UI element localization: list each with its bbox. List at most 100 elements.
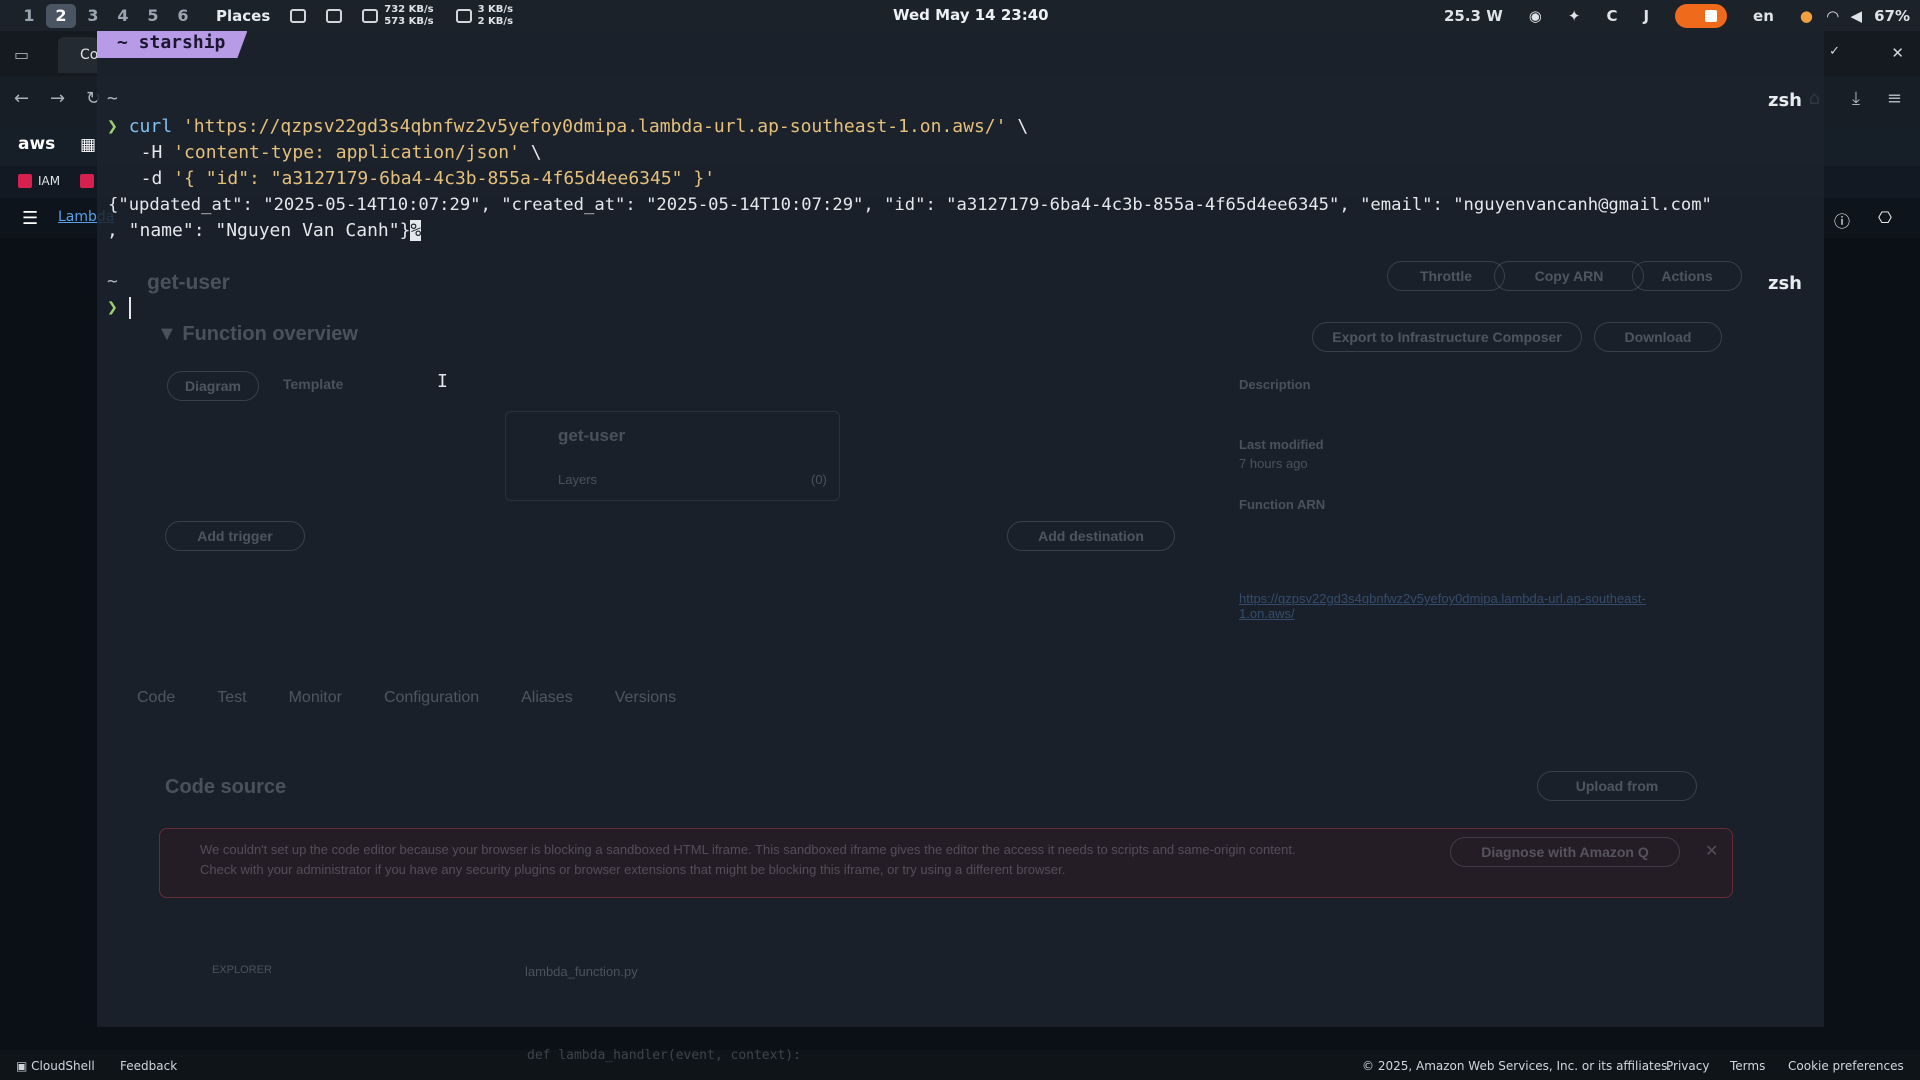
cwd-text: ~ bbox=[107, 88, 118, 109]
privacy-link[interactable]: Privacy bbox=[1666, 1059, 1709, 1073]
places-menu[interactable]: Places bbox=[216, 7, 270, 25]
browser-tab-label: Co bbox=[80, 47, 99, 63]
output-line-1: {"updated_at": "2025-05-14T10:07:29", "c… bbox=[108, 195, 1712, 215]
diagnose-amazon-q-button[interactable]: Diagnose with Amazon Q bbox=[1450, 837, 1680, 867]
download-icon[interactable]: ⤓ bbox=[1852, 88, 1860, 109]
tab-code[interactable]: Code bbox=[137, 689, 175, 707]
favorite-label: IAM bbox=[38, 174, 61, 188]
chevron-down-icon[interactable]: ✓ bbox=[1829, 44, 1840, 59]
cmd-curl: curl bbox=[128, 116, 183, 137]
prompt-cwd-2: ~ bbox=[107, 269, 118, 295]
screen-record-icon[interactable] bbox=[1675, 3, 1728, 28]
workspace-4[interactable]: 4 bbox=[108, 6, 138, 25]
info-icon[interactable]: ⓘ bbox=[1834, 208, 1850, 232]
cmd-data-arg: '{ "id": "a3127179-6ba4-4c3b-855a-4f65d4… bbox=[173, 168, 716, 189]
settings-icon[interactable]: ⎔ bbox=[1878, 208, 1892, 227]
tab-template[interactable]: Template bbox=[283, 376, 343, 392]
actions-button[interactable]: Actions bbox=[1632, 261, 1742, 291]
function-overview-title[interactable]: ▼ Function overview bbox=[157, 323, 358, 346]
prompt-symbol-2: ❯ bbox=[107, 297, 118, 318]
last-modified-value: 7 hours ago bbox=[1239, 456, 1308, 471]
workspace-1[interactable]: 1 bbox=[14, 6, 44, 25]
terms-link[interactable]: Terms bbox=[1730, 1059, 1765, 1073]
favorite-cloudformation[interactable] bbox=[80, 174, 94, 188]
tab-overview-icon[interactable]: ▭ bbox=[14, 45, 29, 64]
tab-monitor[interactable]: Monitor bbox=[289, 689, 342, 707]
function-name-heading: get-user bbox=[147, 271, 230, 294]
tab-diagram[interactable]: Diagram bbox=[167, 371, 259, 401]
workspace-6[interactable]: 6 bbox=[168, 6, 198, 25]
cmd-flag-h: -H bbox=[119, 142, 174, 163]
copy-arn-button[interactable]: Copy ARN bbox=[1494, 261, 1644, 291]
tab-test[interactable]: Test bbox=[217, 689, 246, 707]
j-app-icon[interactable]: J bbox=[1643, 7, 1649, 25]
net-speed-1: 732 KB/s 573 KB/s bbox=[384, 4, 433, 28]
shell-label-bottom: zsh bbox=[1767, 273, 1802, 294]
tab-configuration[interactable]: Configuration bbox=[384, 689, 479, 707]
cpu-icon bbox=[290, 8, 307, 23]
sync-icon bbox=[455, 8, 472, 23]
iam-icon bbox=[18, 174, 32, 188]
terminal-window[interactable]: get-user Throttle Copy ARN Actions ▼ Fun… bbox=[97, 31, 1824, 1063]
export-composer-button[interactable]: Export to Infrastructure Composer bbox=[1312, 322, 1582, 352]
add-destination-button[interactable]: Add destination bbox=[1007, 521, 1175, 551]
mic-icon[interactable]: ● bbox=[1800, 7, 1813, 25]
output-json-end: , "name": "Nguyen Van Canh"} bbox=[107, 220, 411, 241]
add-trigger-button[interactable]: Add trigger bbox=[165, 521, 305, 551]
upload-from-button[interactable]: Upload from bbox=[1537, 771, 1697, 801]
download-button[interactable]: Download bbox=[1594, 322, 1722, 352]
console-footer: ▣ CloudShell Feedback © 2025, Amazon Web… bbox=[0, 1050, 1920, 1080]
mouse-ibeam-cursor: I bbox=[437, 371, 448, 392]
cookie-preferences-link[interactable]: Cookie preferences bbox=[1788, 1059, 1904, 1073]
favorite-iam[interactable]: IAM bbox=[18, 174, 60, 188]
workspace-3[interactable]: 3 bbox=[78, 6, 108, 25]
editor-tab[interactable]: lambda_function.py bbox=[525, 964, 638, 979]
layers-count: (0) bbox=[811, 472, 827, 487]
browser-tab-active[interactable]: Co bbox=[58, 37, 98, 73]
shell-label-top: zsh bbox=[1767, 90, 1802, 111]
clock[interactable]: Wed May 14 23:40 bbox=[893, 6, 1049, 24]
power-icon[interactable]: ◉ bbox=[1529, 7, 1542, 25]
function-url-link[interactable]: https://qzpsv22gd3s4qbnfwz2v5yefoy0dmipa… bbox=[1239, 591, 1669, 621]
description-label: Description bbox=[1239, 377, 1311, 392]
terminal-tab-title[interactable]: ~ starship bbox=[97, 31, 247, 58]
feedback-link[interactable]: Feedback bbox=[120, 1059, 177, 1073]
last-modified-label: Last modified bbox=[1239, 437, 1324, 452]
aws-logo[interactable]: aws bbox=[18, 134, 55, 154]
wifi-icon[interactable]: ◠ bbox=[1827, 7, 1839, 25]
command-line-3: -d '{ "id": "a3127179-6ba4-4c3b-855a-4f6… bbox=[119, 166, 715, 192]
close-window-icon[interactable]: ✕ bbox=[1891, 44, 1904, 62]
cmd-continuation: \ bbox=[1006, 116, 1029, 137]
dropbox-icon[interactable]: ✦ bbox=[1568, 7, 1581, 25]
code-line: def lambda_handler(event, context): bbox=[527, 1048, 801, 1063]
tab-versions[interactable]: Versions bbox=[615, 689, 676, 707]
editor-error-alert: We couldn't set up the code editor becau… bbox=[159, 828, 1733, 898]
error-text-1: We couldn't set up the code editor becau… bbox=[200, 842, 1296, 857]
battery-status[interactable]: 67% bbox=[1874, 7, 1910, 25]
diagram-function-card[interactable]: get-user Layers (0) bbox=[505, 411, 840, 501]
menu-icon[interactable]: ≡ bbox=[1887, 88, 1902, 109]
close-alert-icon[interactable]: ✕ bbox=[1705, 841, 1718, 861]
net2-up: 2 KB/s bbox=[477, 15, 514, 27]
cmd-url-arg: 'https://qzpsv22gd3s4qbnfwz2v5yefoy0dmip… bbox=[182, 116, 1007, 137]
net-speed-2: 3 KB/s 2 KB/s bbox=[478, 4, 513, 28]
cloudformation-icon bbox=[80, 174, 94, 188]
cmd-continuation-2: \ bbox=[519, 142, 542, 163]
workspace-5[interactable]: 5 bbox=[138, 6, 168, 25]
volume-icon[interactable]: ◀ bbox=[1851, 7, 1863, 25]
forward-icon[interactable]: → bbox=[50, 88, 65, 109]
workspace-2[interactable]: 2 bbox=[46, 3, 76, 28]
copyright-text: © 2025, Amazon Web Services, Inc. or its… bbox=[1362, 1059, 1672, 1073]
tab-aliases[interactable]: Aliases bbox=[521, 689, 573, 707]
current-prompt[interactable]: ❯ bbox=[107, 295, 131, 321]
net-up: 573 KB/s bbox=[384, 15, 434, 27]
throttle-button[interactable]: Throttle bbox=[1387, 261, 1505, 291]
back-icon[interactable]: ← bbox=[14, 88, 29, 109]
app-icon[interactable]: C bbox=[1606, 7, 1617, 25]
cloudshell-link[interactable]: ▣ CloudShell bbox=[16, 1059, 95, 1073]
language-indicator[interactable]: en bbox=[1753, 7, 1774, 25]
output-line-2: , "name": "Nguyen Van Canh"}% bbox=[107, 218, 422, 244]
explorer-label: EXPLORER bbox=[212, 964, 272, 976]
services-grid-icon[interactable]: ▦ bbox=[80, 135, 96, 155]
hamburger-icon[interactable]: ☰ bbox=[22, 208, 38, 229]
